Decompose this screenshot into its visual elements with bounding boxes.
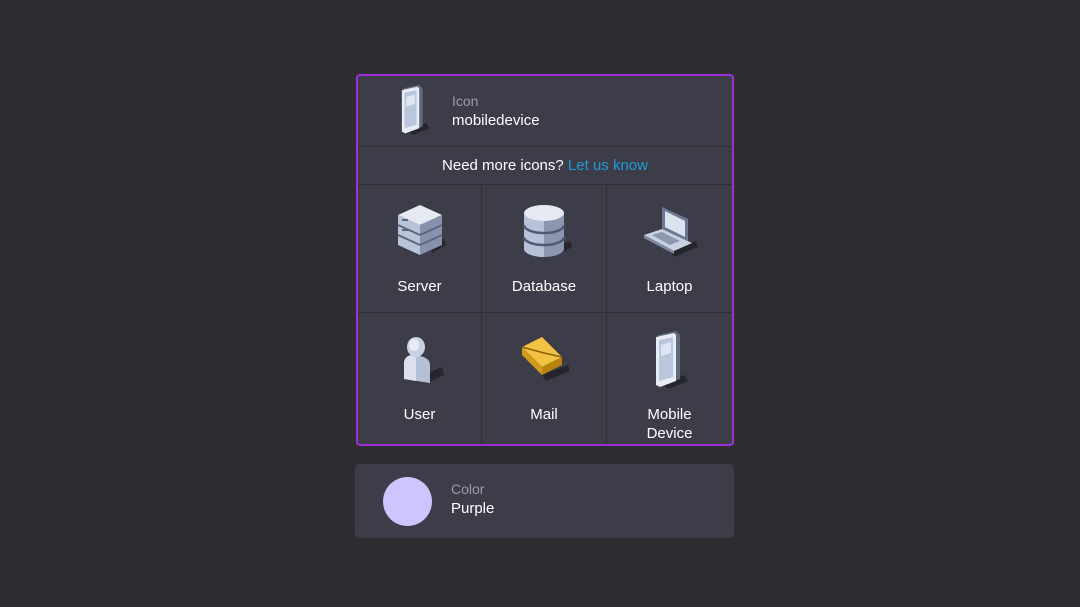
let-us-know-link[interactable]: Let us know (568, 157, 648, 174)
mobile-device-icon (388, 80, 440, 140)
icon-field-value: mobiledevice (452, 112, 540, 129)
icon-option-label: Server (397, 278, 442, 295)
icon-option-user[interactable]: User (358, 313, 482, 444)
icon-option-laptop[interactable]: Laptop (607, 185, 732, 313)
icon-option-label: Mail (530, 406, 558, 423)
database-icon (513, 203, 575, 261)
icon-field-label: Icon (452, 93, 479, 109)
icon-option-database[interactable]: Database (482, 185, 607, 313)
mail-icon (513, 331, 575, 389)
icon-option-label: Mobile Device (646, 406, 693, 442)
server-icon (389, 203, 451, 261)
more-icons-text: Need more icons? (442, 157, 564, 174)
laptop-icon (639, 203, 701, 261)
color-field-value: Purple (451, 500, 495, 517)
mobile-device-icon (639, 331, 701, 389)
icon-option-server[interactable]: Server (358, 185, 482, 313)
icon-option-mail[interactable]: Mail (482, 313, 607, 444)
icon-option-mobile-device[interactable]: Mobile Device (607, 313, 732, 444)
icon-option-label: Laptop (646, 278, 693, 295)
icon-option-label: Database (511, 278, 577, 295)
color-swatch[interactable] (383, 477, 432, 526)
color-field[interactable]: Color Purple (355, 464, 734, 538)
icon-grid: Server Database Laptop User Mail Mobile … (358, 185, 732, 444)
color-field-label: Color (451, 481, 485, 497)
more-icons-notice: Need more icons? Let us know (358, 147, 732, 185)
icon-picker-panel: Icon mobiledevice Need more icons? Let u… (356, 74, 734, 446)
icon-field[interactable]: Icon mobiledevice (358, 76, 732, 147)
icon-option-label: User (403, 406, 436, 423)
user-icon (389, 331, 451, 389)
